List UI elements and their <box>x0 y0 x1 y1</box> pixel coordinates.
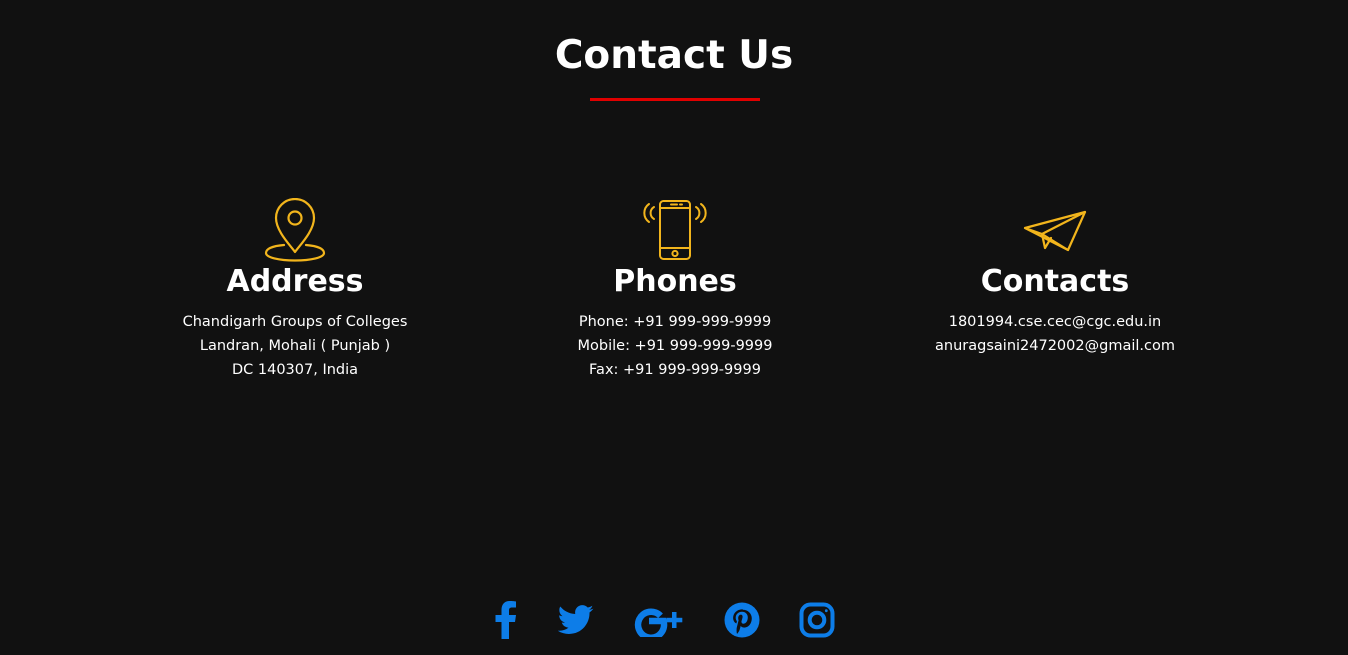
email-link[interactable]: anuragsaini2472002@gmail.com <box>865 334 1245 358</box>
contacts-card: Contacts 1801994.cse.cec@cgc.edu.in anur… <box>865 198 1245 358</box>
google-plus-icon[interactable] <box>611 598 707 642</box>
mobile-line: Mobile: +91 999-999-9999 <box>577 338 773 354</box>
contacts-heading: Contacts <box>980 264 1130 299</box>
address-line: DC 140307, India <box>231 362 359 378</box>
address-heading: Address <box>226 264 364 299</box>
phone-line: Phone: +91 999-999-9999 <box>578 314 772 330</box>
fax-line: Fax: +91 999-999-9999 <box>589 362 761 378</box>
phones-heading: Phones <box>613 264 737 299</box>
phones-card: Phones Phone: +91 999-999-9999 Mobile: +… <box>485 198 865 382</box>
title-underline <box>590 98 760 101</box>
address-line: Landran, Mohali ( Punjab ) <box>199 338 391 354</box>
instagram-icon[interactable] <box>777 598 857 642</box>
address-card: Address Chandigarh Groups of Colleges La… <box>105 198 485 382</box>
contact-section: Contact Us Address Chandigarh Groups of … <box>0 0 1348 655</box>
page-title: Contact Us <box>554 33 794 78</box>
email-link[interactable]: 1801994.cse.cec@cgc.edu.in <box>865 310 1245 334</box>
pinterest-icon[interactable] <box>707 598 777 642</box>
address-line: Chandigarh Groups of Colleges <box>182 314 408 330</box>
smartphone-icon <box>485 198 865 262</box>
twitter-icon[interactable] <box>541 598 611 642</box>
social-links <box>0 598 1348 642</box>
facebook-icon[interactable] <box>471 598 541 642</box>
paper-plane-icon <box>865 198 1245 262</box>
map-pin-icon <box>105 198 485 262</box>
